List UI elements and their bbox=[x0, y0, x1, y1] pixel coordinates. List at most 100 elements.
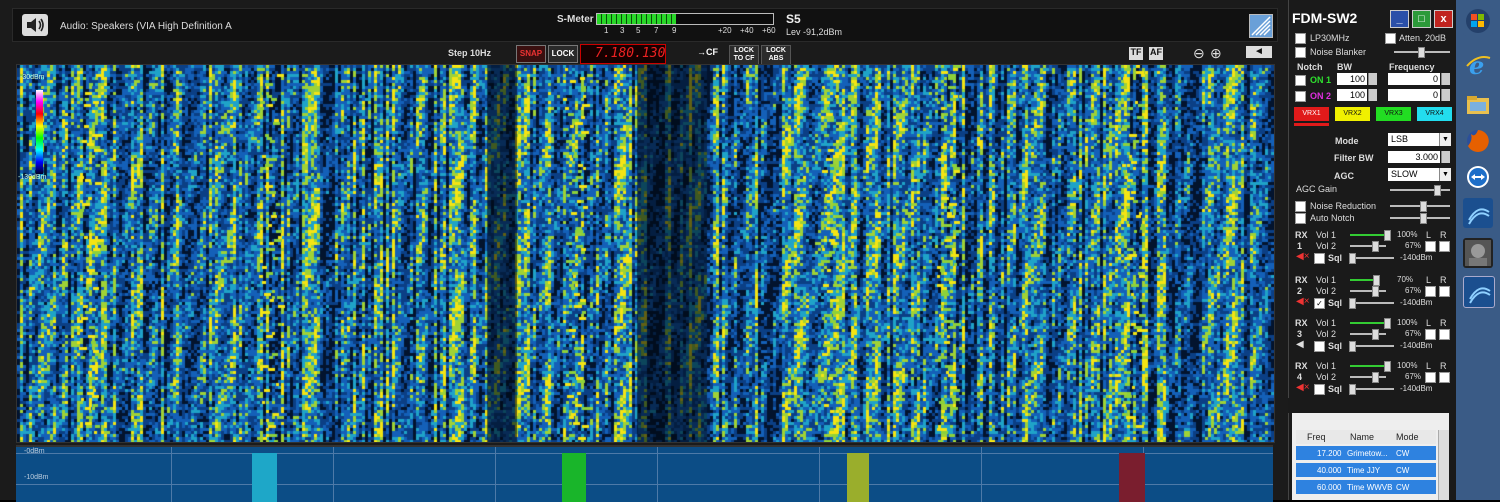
slider-knob[interactable] bbox=[1372, 241, 1379, 252]
right-channel-checkbox[interactable] bbox=[1439, 372, 1450, 383]
slider-knob[interactable] bbox=[1349, 384, 1356, 395]
zoom-in-icon[interactable]: ⊕ bbox=[1210, 45, 1222, 62]
vol1-slider[interactable] bbox=[1350, 322, 1386, 324]
slider-knob[interactable] bbox=[1349, 253, 1356, 264]
photo-icon[interactable] bbox=[1463, 238, 1493, 268]
lock-to-cf-button[interactable]: LOCK TO CF bbox=[729, 45, 759, 65]
filter-bw-input[interactable]: 3.000 bbox=[1388, 151, 1440, 163]
windows-logo-icon[interactable] bbox=[1463, 6, 1493, 36]
slider-knob[interactable] bbox=[1384, 361, 1391, 372]
slider-knob[interactable] bbox=[1373, 275, 1381, 286]
notch1-bw-spinner[interactable] bbox=[1368, 73, 1377, 85]
slider-knob[interactable] bbox=[1372, 286, 1379, 297]
right-channel-checkbox[interactable] bbox=[1439, 241, 1450, 252]
lock-abs-button[interactable]: LOCK ABS bbox=[761, 45, 791, 65]
slider-knob[interactable] bbox=[1372, 372, 1379, 383]
slider-knob[interactable] bbox=[1420, 201, 1427, 212]
vrx1-button[interactable]: VRX1 bbox=[1294, 107, 1329, 121]
notch1-freq-spinner[interactable] bbox=[1441, 73, 1450, 85]
noise-blanker-checkbox[interactable] bbox=[1295, 47, 1306, 58]
snap-button[interactable]: SNAP bbox=[516, 45, 546, 63]
noise-reduction-checkbox[interactable] bbox=[1295, 201, 1306, 212]
af-button[interactable]: AF bbox=[1149, 47, 1163, 60]
squelch-checkbox[interactable] bbox=[1314, 384, 1325, 395]
spectrum-display[interactable]: -0dBm -10dBm bbox=[16, 445, 1273, 502]
vol2-slider[interactable] bbox=[1350, 245, 1386, 247]
column-header-name[interactable]: Name bbox=[1350, 432, 1374, 442]
table-scrollbar[interactable] bbox=[1438, 430, 1449, 500]
step-selector[interactable]: Step 10Hz bbox=[448, 48, 491, 58]
left-channel-checkbox[interactable] bbox=[1425, 241, 1436, 252]
arrow-cf-button[interactable]: →CF bbox=[697, 47, 718, 57]
agc-select[interactable]: SLOW ▼ bbox=[1388, 168, 1451, 181]
speaker-mute-icon[interactable]: ◀ bbox=[1296, 340, 1306, 350]
squelch-checkbox[interactable] bbox=[1314, 341, 1325, 352]
right-channel-checkbox[interactable] bbox=[1439, 329, 1450, 340]
waterfall-canvas[interactable] bbox=[17, 65, 1274, 442]
zoom-out-icon[interactable]: ⊖ bbox=[1193, 45, 1205, 62]
vrx2-marker[interactable] bbox=[562, 453, 586, 502]
notch1-freq-input[interactable]: 0 bbox=[1388, 73, 1440, 85]
slider-knob[interactable] bbox=[1420, 213, 1427, 224]
right-channel-checkbox[interactable] bbox=[1439, 286, 1450, 297]
lp30-checkbox[interactable] bbox=[1295, 33, 1306, 44]
vol2-slider[interactable] bbox=[1350, 290, 1386, 292]
auto-notch-checkbox[interactable] bbox=[1295, 213, 1306, 224]
speaker-mute-icon[interactable]: ◀× bbox=[1296, 383, 1310, 393]
left-channel-checkbox[interactable] bbox=[1425, 329, 1436, 340]
notch2-bw-spinner[interactable] bbox=[1368, 89, 1377, 101]
vol1-slider[interactable] bbox=[1350, 279, 1376, 281]
teamviewer-icon[interactable] bbox=[1463, 162, 1493, 192]
vol2-slider[interactable] bbox=[1350, 333, 1386, 335]
slider-knob[interactable] bbox=[1384, 230, 1391, 241]
lock-button[interactable]: LOCK bbox=[548, 45, 578, 63]
squelch-checkbox[interactable] bbox=[1314, 253, 1325, 264]
left-channel-checkbox[interactable] bbox=[1425, 372, 1436, 383]
column-header-freq[interactable]: Freq bbox=[1307, 432, 1326, 442]
vrx4-button[interactable]: VRX4 bbox=[1417, 107, 1452, 121]
notch2-freq-input[interactable]: 0 bbox=[1388, 89, 1440, 101]
waterfall-settings-icon[interactable] bbox=[1249, 14, 1273, 38]
noise-blanker-slider[interactable] bbox=[1394, 47, 1450, 58]
notch1-checkbox[interactable] bbox=[1295, 75, 1306, 86]
squelch-slider[interactable] bbox=[1350, 257, 1394, 259]
frequency-display[interactable]: 7.180.130 Hz bbox=[580, 44, 666, 77]
close-button[interactable]: x bbox=[1434, 10, 1453, 28]
left-channel-checkbox[interactable] bbox=[1425, 286, 1436, 297]
waterfall-display[interactable] bbox=[16, 64, 1275, 443]
squelch-slider[interactable] bbox=[1350, 388, 1394, 390]
atten-checkbox[interactable] bbox=[1385, 33, 1396, 44]
vrx4-marker[interactable] bbox=[1119, 453, 1145, 502]
vol1-slider[interactable] bbox=[1350, 365, 1386, 367]
fdm-sw2-icon-2[interactable] bbox=[1463, 276, 1495, 308]
notch1-bw-input[interactable]: 100 bbox=[1337, 73, 1367, 85]
column-header-mode[interactable]: Mode bbox=[1396, 432, 1419, 442]
minimize-button[interactable]: _ bbox=[1390, 10, 1409, 28]
internet-explorer-icon[interactable]: e bbox=[1463, 50, 1493, 80]
slider-knob[interactable] bbox=[1418, 47, 1425, 58]
tf-button[interactable]: TF bbox=[1129, 47, 1143, 60]
slider-knob[interactable] bbox=[1349, 298, 1356, 309]
vrx2-button[interactable]: VRX2 bbox=[1335, 107, 1370, 121]
chevron-down-icon[interactable]: ▼ bbox=[1439, 168, 1451, 181]
squelch-slider[interactable] bbox=[1350, 302, 1394, 304]
slider-knob[interactable] bbox=[1384, 318, 1391, 329]
firefox-icon[interactable] bbox=[1463, 126, 1493, 156]
speaker-mute-icon[interactable]: ◀× bbox=[1296, 252, 1310, 262]
slider-knob[interactable] bbox=[1372, 329, 1379, 340]
slider-knob[interactable] bbox=[1434, 185, 1441, 196]
maximize-button[interactable]: □ bbox=[1412, 10, 1431, 28]
vol2-slider[interactable] bbox=[1350, 376, 1386, 378]
vrx3-button[interactable]: VRX3 bbox=[1376, 107, 1411, 121]
speaker-mute-icon[interactable]: ◀× bbox=[1296, 297, 1310, 307]
squelch-checkbox[interactable]: ✓ bbox=[1314, 298, 1325, 309]
squelch-slider[interactable] bbox=[1350, 345, 1394, 347]
speaker-icon[interactable] bbox=[22, 14, 48, 36]
back-arrow-icon[interactable]: ◄ bbox=[1246, 46, 1272, 58]
notch2-checkbox[interactable] bbox=[1295, 91, 1306, 102]
chevron-down-icon[interactable]: ▼ bbox=[1439, 133, 1451, 146]
slider-knob[interactable] bbox=[1349, 341, 1356, 352]
vrx1-marker[interactable] bbox=[252, 453, 277, 502]
noise-reduction-slider[interactable] bbox=[1390, 201, 1450, 212]
auto-notch-slider[interactable] bbox=[1390, 213, 1450, 224]
